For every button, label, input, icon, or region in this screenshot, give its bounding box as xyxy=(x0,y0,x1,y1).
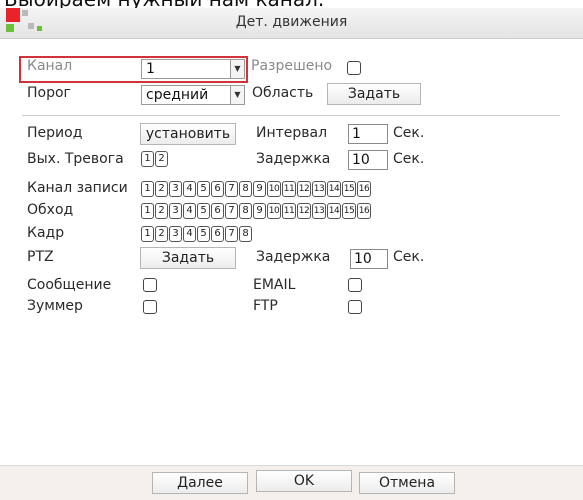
chevron-down-icon[interactable]: ▼ xyxy=(230,86,244,104)
snapshot-channel-3[interactable]: 3 xyxy=(169,226,182,242)
tour-channel-13[interactable]: 13 xyxy=(312,203,326,219)
ptz-set-button[interactable]: Задать xyxy=(140,247,236,269)
motion-detection-panel: Канал 1 ▼ Разрешено Порог средний ▼ Обла… xyxy=(0,39,583,465)
record-channel-10[interactable]: 10 xyxy=(267,181,281,197)
period-label: Период xyxy=(27,125,83,141)
tour-channels: 1 2 3 4 5 6 7 8 9 10 11 12 13 14 15 16 xyxy=(141,203,372,219)
buzzer-checkbox[interactable] xyxy=(143,300,157,314)
chevron-down-icon[interactable]: ▼ xyxy=(230,60,244,78)
record-channel-label: Канал записи xyxy=(27,180,128,196)
interval-unit: Сек. xyxy=(393,125,425,141)
record-channel-3[interactable]: 3 xyxy=(169,181,182,197)
record-channel-7[interactable]: 7 xyxy=(225,181,238,197)
record-channel-1[interactable]: 1 xyxy=(141,181,154,197)
delay-label: Задержка xyxy=(256,151,331,167)
dialog-footer: Далее OK Отмена xyxy=(0,465,583,500)
record-channel-channels: 1 2 3 4 5 6 7 8 9 10 11 12 13 14 15 16 xyxy=(141,181,372,197)
record-channel-9[interactable]: 9 xyxy=(253,181,266,197)
channel-label: Канал xyxy=(27,58,73,74)
threshold-select[interactable]: средний ▼ xyxy=(141,85,245,105)
snapshot-channels: 12345678 xyxy=(141,226,253,242)
buzzer-label: Зуммер xyxy=(27,298,83,314)
tour-channel-7[interactable]: 7 xyxy=(225,203,238,219)
alarm-out-label: Вых. Тревога xyxy=(27,151,124,167)
ftp-label: FTP xyxy=(253,298,278,314)
section-divider xyxy=(22,115,560,116)
snapshot-label: Кадр xyxy=(27,225,65,241)
ptz-delay-input[interactable]: 10 xyxy=(350,249,388,269)
record-channel-5[interactable]: 5 xyxy=(197,181,210,197)
alarm-out-channel-1[interactable]: 1 xyxy=(141,151,154,167)
tour-channel-14[interactable]: 14 xyxy=(327,203,341,219)
record-channel-4[interactable]: 4 xyxy=(183,181,196,197)
record-channel-2[interactable]: 2 xyxy=(155,181,168,197)
area-label: Область xyxy=(252,85,314,101)
interval-input[interactable]: 1 xyxy=(348,124,388,144)
page-caption-strip: Выбираем нужный нам канал. xyxy=(0,0,583,8)
record-channel-11[interactable]: 11 xyxy=(282,181,296,197)
email-checkbox[interactable] xyxy=(348,278,362,292)
snapshot-channel-5[interactable]: 5 xyxy=(197,226,210,242)
area-set-button[interactable]: Задать xyxy=(327,83,421,105)
delay-unit: Сек. xyxy=(393,151,425,167)
window-title: Дет. движения xyxy=(235,14,348,30)
snapshot-channel-2[interactable]: 2 xyxy=(155,226,168,242)
tour-label: Обход xyxy=(27,202,74,218)
ptz-delay-unit: Сек. xyxy=(393,249,425,265)
snapshot-channel-4[interactable]: 4 xyxy=(183,226,196,242)
cancel-button[interactable]: Отмена xyxy=(359,472,455,494)
tour-channel-16[interactable]: 16 xyxy=(357,203,371,219)
tour-channel-15[interactable]: 15 xyxy=(342,203,356,219)
ptz-label: PTZ xyxy=(27,249,54,265)
message-checkbox[interactable] xyxy=(143,278,157,292)
record-channel-15[interactable]: 15 xyxy=(342,181,356,197)
alarm-out-channels: 12 xyxy=(141,151,169,167)
interval-label: Интервал xyxy=(256,125,328,141)
tour-channel-9[interactable]: 9 xyxy=(253,203,266,219)
record-channel-6[interactable]: 6 xyxy=(211,181,224,197)
enabled-label: Разрешено xyxy=(251,58,333,74)
tour-channel-5[interactable]: 5 xyxy=(197,203,210,219)
ptz-delay-label: Задержка xyxy=(256,249,331,265)
tour-channel-6[interactable]: 6 xyxy=(211,203,224,219)
enabled-checkbox[interactable] xyxy=(347,61,361,75)
ftp-checkbox[interactable] xyxy=(348,300,362,314)
tour-channel-11[interactable]: 11 xyxy=(282,203,296,219)
record-channel-13[interactable]: 13 xyxy=(312,181,326,197)
tour-channel-10[interactable]: 10 xyxy=(267,203,281,219)
record-channel-12[interactable]: 12 xyxy=(297,181,311,197)
snapshot-channel-6[interactable]: 6 xyxy=(211,226,224,242)
channel-select[interactable]: 1 ▼ xyxy=(141,59,245,79)
window-titlebar: Дет. движения xyxy=(0,8,583,39)
ok-button[interactable]: OK xyxy=(256,470,352,492)
email-label: EMAIL xyxy=(253,277,296,293)
delay-input[interactable]: 10 xyxy=(348,150,388,170)
record-channel-8[interactable]: 8 xyxy=(239,181,252,197)
snapshot-channel-1[interactable]: 1 xyxy=(141,226,154,242)
snapshot-channel-7[interactable]: 7 xyxy=(225,226,238,242)
tour-channel-1[interactable]: 1 xyxy=(141,203,154,219)
page-caption: Выбираем нужный нам канал. xyxy=(4,0,324,8)
tour-channel-2[interactable]: 2 xyxy=(155,203,168,219)
period-set-button[interactable]: установить xyxy=(140,123,236,145)
next-button[interactable]: Далее xyxy=(152,472,248,494)
tour-channel-3[interactable]: 3 xyxy=(169,203,182,219)
channel-select-value: 1 xyxy=(146,61,155,77)
record-channel-14[interactable]: 14 xyxy=(327,181,341,197)
tour-channel-8[interactable]: 8 xyxy=(239,203,252,219)
record-channel-16[interactable]: 16 xyxy=(357,181,371,197)
threshold-label: Порог xyxy=(27,85,71,101)
threshold-select-value: средний xyxy=(146,87,209,103)
tour-channel-12[interactable]: 12 xyxy=(297,203,311,219)
alarm-out-channel-2[interactable]: 2 xyxy=(155,151,168,167)
snapshot-channel-8[interactable]: 8 xyxy=(239,226,252,242)
message-label: Сообщение xyxy=(27,277,112,293)
tour-channel-4[interactable]: 4 xyxy=(183,203,196,219)
